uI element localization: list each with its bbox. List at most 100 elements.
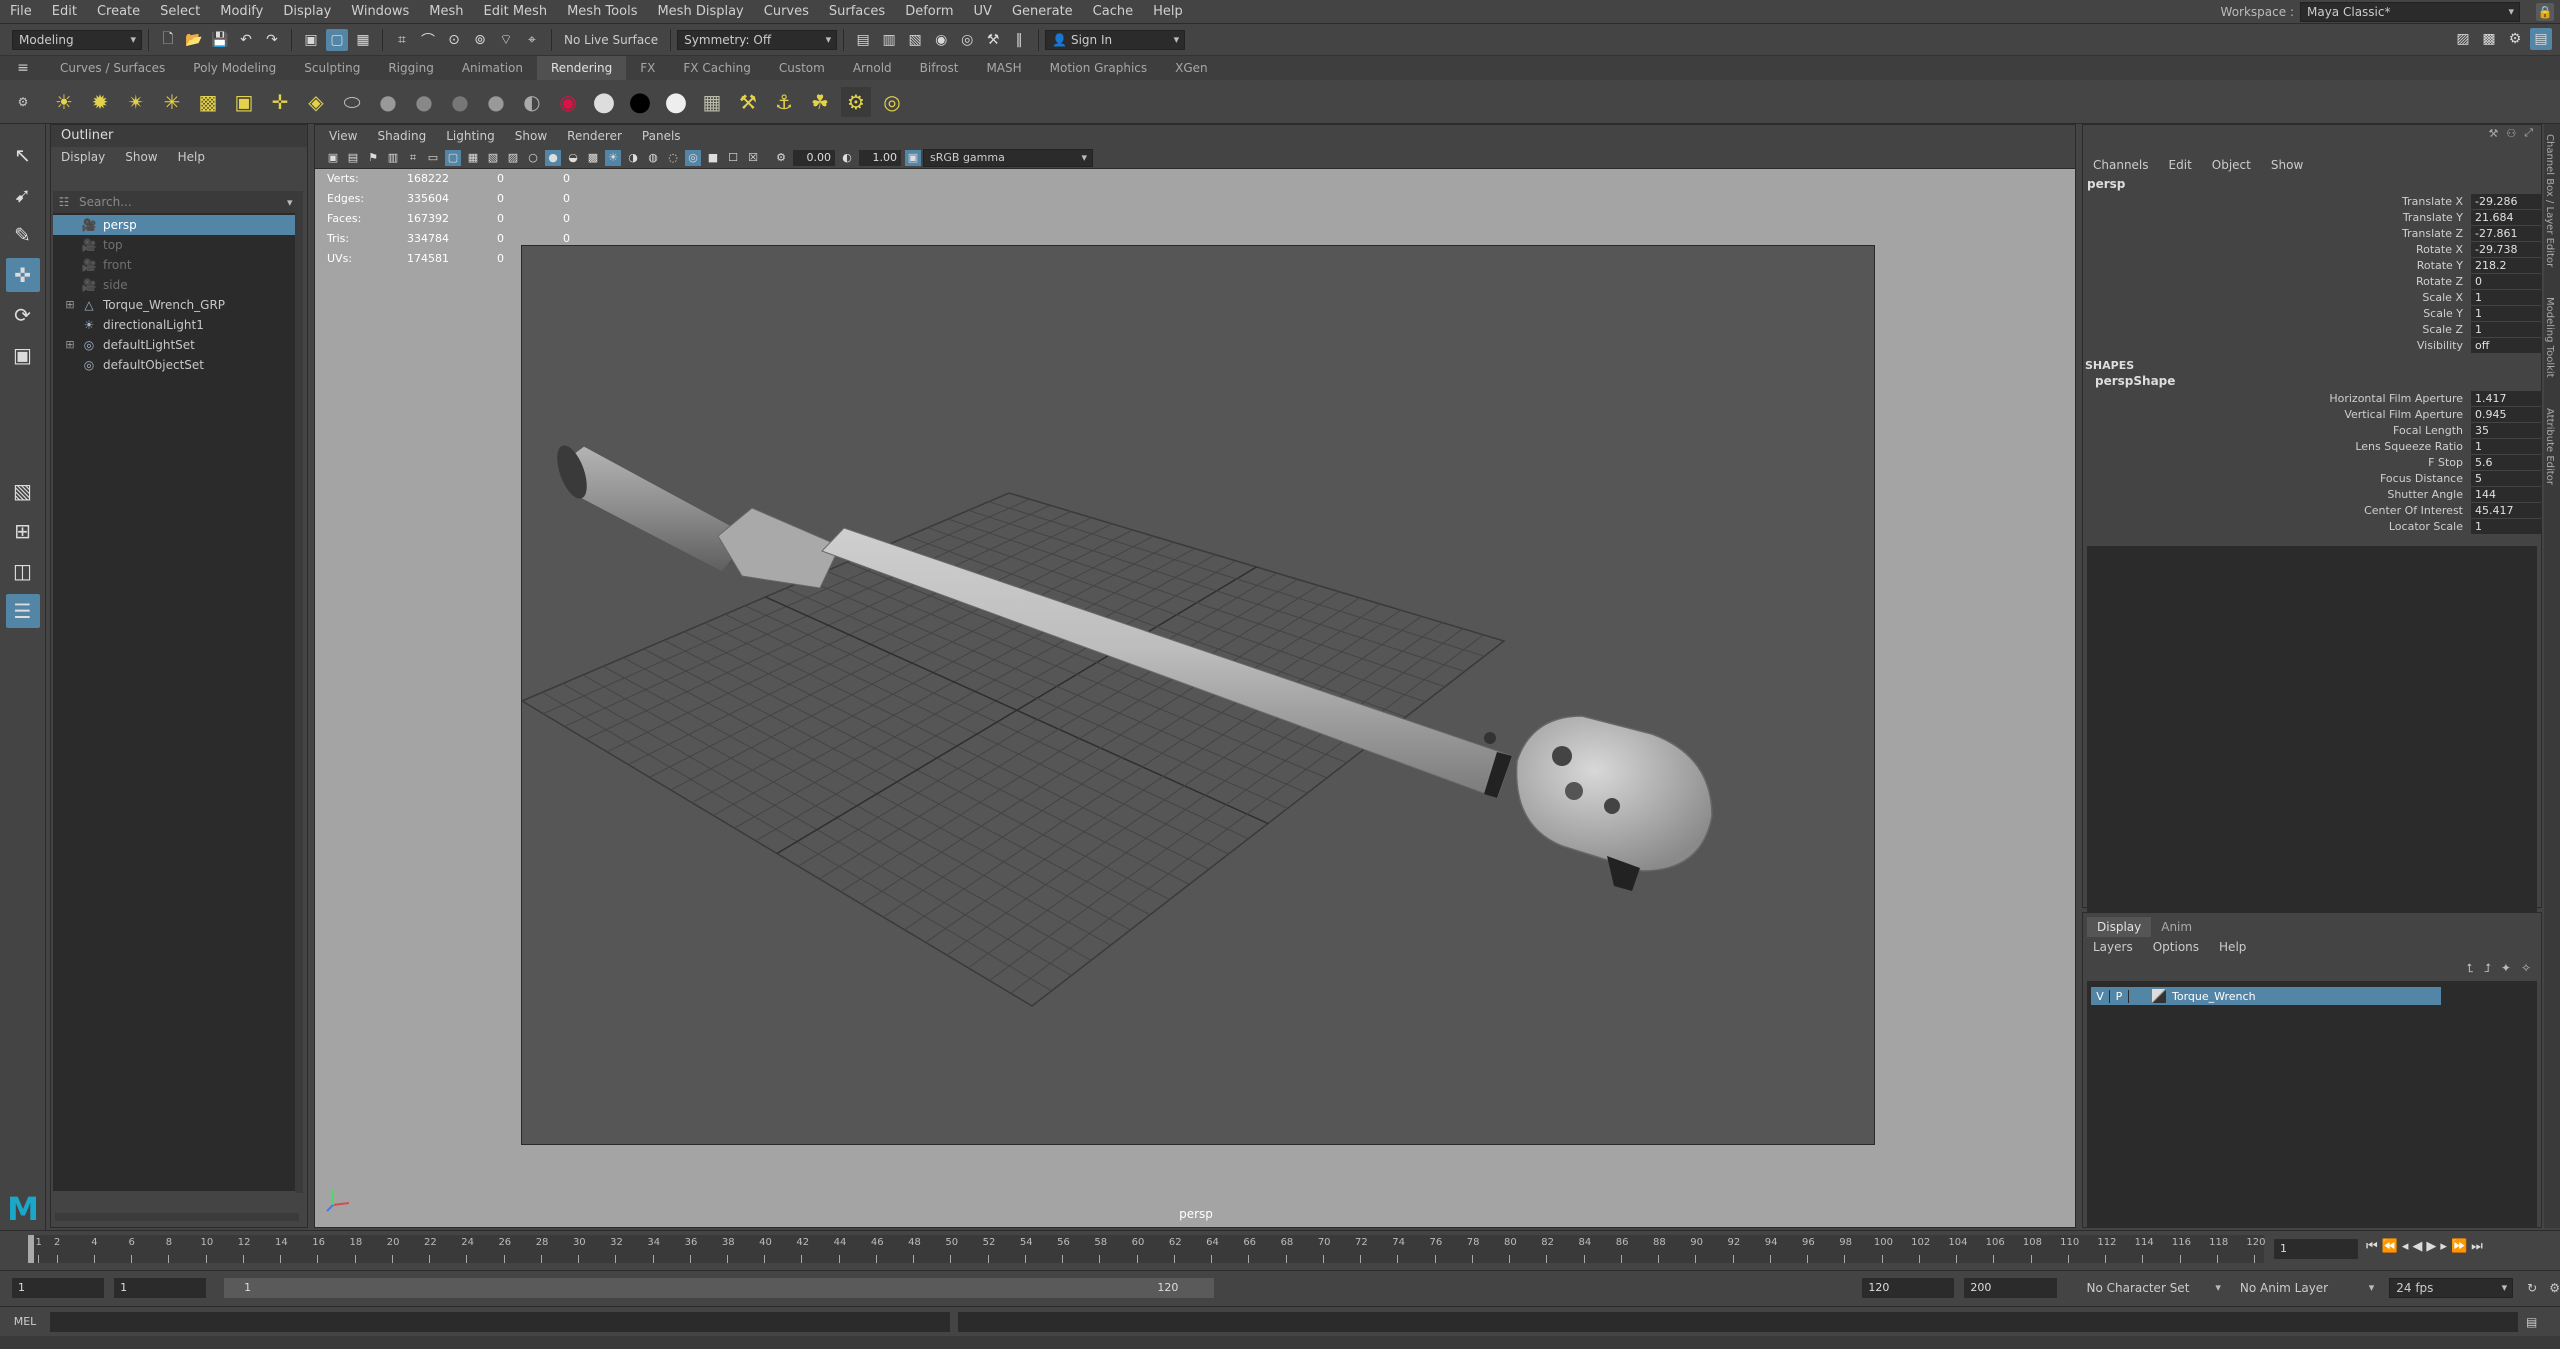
outliner-scrollbar[interactable] bbox=[295, 193, 303, 1193]
channel-name[interactable]: Rotate Y bbox=[2083, 259, 2471, 272]
shelf-tab-rigging[interactable]: Rigging bbox=[374, 56, 447, 80]
channel-value-field[interactable]: 1 bbox=[2471, 518, 2541, 534]
expand-icon[interactable]: ⊞ bbox=[63, 295, 77, 315]
channel-name[interactable]: Translate Z bbox=[2083, 227, 2471, 240]
tool-settings-icon[interactable]: ⚙ bbox=[2504, 28, 2526, 50]
single-perspective-icon[interactable]: ▧ bbox=[6, 474, 40, 508]
channel-name[interactable]: Shutter Angle bbox=[2083, 488, 2471, 501]
open-scene-icon[interactable]: 📂 bbox=[183, 29, 205, 51]
menu-modify[interactable]: Modify bbox=[210, 0, 273, 24]
channel-name[interactable]: Horizontal Film Aperture bbox=[2083, 392, 2471, 405]
modeling-toolkit-tab[interactable]: Modeling Toolkit bbox=[2544, 297, 2555, 378]
paint-select-icon[interactable]: ✎ bbox=[6, 218, 40, 252]
script-editor-icon[interactable]: ▤ bbox=[2526, 1315, 2537, 1329]
channel-name[interactable]: Rotate Z bbox=[2083, 275, 2471, 288]
channel-row[interactable]: Translate Y 21.684 bbox=[2083, 209, 2541, 225]
field-chart-icon[interactable]: ▧ bbox=[485, 150, 501, 166]
phong-material-icon[interactable]: ● bbox=[409, 87, 439, 117]
use-lights-icon[interactable]: ☀ bbox=[605, 149, 621, 166]
exposure-icon[interactable]: ⚙ bbox=[773, 150, 789, 166]
channel-name[interactable]: Visibility bbox=[2083, 339, 2471, 352]
layer-row[interactable]: V P Torque_Wrench bbox=[2091, 987, 2441, 1005]
snap-grid-icon[interactable]: ⌗ bbox=[391, 29, 413, 51]
channel-value-field[interactable]: 1 bbox=[2471, 438, 2541, 454]
render-frame-icon[interactable]: ▥ bbox=[878, 29, 900, 51]
outliner-item[interactable]: ☀ directionalLight1 bbox=[53, 315, 303, 335]
viewport-menu-panels[interactable]: Panels bbox=[632, 126, 691, 146]
step-back-frame-icon[interactable]: ◂ bbox=[2402, 1239, 2409, 1254]
channel-name[interactable]: Vertical Film Aperture bbox=[2083, 408, 2471, 421]
menu-create[interactable]: Create bbox=[87, 0, 150, 24]
playback-end-field[interactable]: 120 bbox=[1862, 1277, 1955, 1298]
camera-aim-icon[interactable]: ✛ bbox=[265, 87, 295, 117]
channel-box-icon[interactable]: ▤ bbox=[2530, 28, 2552, 50]
shelf-tab-animation[interactable]: Animation bbox=[448, 56, 537, 80]
channelbox-menu-show[interactable]: Show bbox=[2261, 155, 2313, 175]
step-back-key-icon[interactable]: ⏪ bbox=[2382, 1239, 2398, 1254]
channel-name[interactable]: Translate X bbox=[2083, 195, 2471, 208]
fps-dropdown[interactable]: 24 fps bbox=[2389, 1277, 2514, 1298]
channel-value-field[interactable]: 1 bbox=[2471, 289, 2541, 305]
shelf-settings-icon[interactable]: ⚙ bbox=[0, 95, 46, 109]
channel-value-field[interactable]: -29.738 bbox=[2471, 241, 2541, 257]
channel-value-field[interactable]: 1.417 bbox=[2471, 390, 2541, 406]
channel-value-field[interactable]: -29.286 bbox=[2471, 193, 2541, 209]
ambient-light-icon[interactable]: ▣ bbox=[229, 87, 259, 117]
new-layer-icon[interactable]: ✧ bbox=[2521, 961, 2531, 975]
gamma-icon[interactable]: ◐ bbox=[839, 150, 855, 166]
outliner-item[interactable]: 🎥 side bbox=[53, 275, 303, 295]
viewport-menu-shading[interactable]: Shading bbox=[367, 126, 436, 146]
color-management-icon[interactable]: ▣ bbox=[905, 149, 921, 166]
channel-value-field[interactable]: 1 bbox=[2471, 321, 2541, 337]
volume-light-icon[interactable]: ▩ bbox=[193, 87, 223, 117]
render-settings-shelf-icon[interactable]: ⚒ bbox=[733, 87, 763, 117]
layer-playback-toggle[interactable]: P bbox=[2110, 989, 2129, 1003]
gamma-field[interactable]: 1.00 bbox=[859, 149, 901, 166]
layer-tab-display[interactable]: Display bbox=[2087, 917, 2152, 937]
viewport-menu-show[interactable]: Show bbox=[505, 126, 557, 146]
ambient-occlusion-icon[interactable]: ◍ bbox=[645, 150, 661, 166]
surface-shader-icon[interactable]: ● bbox=[589, 87, 619, 117]
snap-edge-icon[interactable]: ⌖ bbox=[521, 29, 543, 51]
move-layer-down-icon[interactable]: ⮥ bbox=[2484, 961, 2491, 976]
channel-row[interactable]: Rotate Y 218.2 bbox=[2083, 257, 2541, 273]
channel-name[interactable]: Scale Z bbox=[2083, 323, 2471, 336]
pause-render-icon[interactable]: ‖ bbox=[1008, 29, 1030, 51]
menu-curves[interactable]: Curves bbox=[754, 0, 819, 24]
channel-name[interactable]: F Stop bbox=[2083, 456, 2471, 469]
hypershade-icon[interactable]: ◎ bbox=[956, 29, 978, 51]
menu-generate[interactable]: Generate bbox=[1002, 0, 1083, 24]
shelf-tab-fx[interactable]: FX bbox=[626, 56, 669, 80]
menu-display[interactable]: Display bbox=[273, 0, 341, 24]
current-frame-field[interactable]: 1 bbox=[2274, 1239, 2358, 1259]
move-layer-up-icon[interactable]: ⮤ bbox=[2467, 961, 2474, 976]
outliner-menu-help[interactable]: Help bbox=[168, 147, 215, 167]
range-bar[interactable]: 1 120 bbox=[224, 1277, 1215, 1298]
render-view-shelf-icon[interactable]: ▦ bbox=[697, 87, 727, 117]
menu-select[interactable]: Select bbox=[150, 0, 210, 24]
channel-row[interactable]: Center Of Interest 45.417 bbox=[2083, 502, 2541, 518]
shelf-tab-curves-surfaces[interactable]: Curves / Surfaces bbox=[46, 56, 179, 80]
menu-mesh-display[interactable]: Mesh Display bbox=[647, 0, 753, 24]
channel-row[interactable]: Vertical Film Aperture 0.945 bbox=[2083, 406, 2541, 422]
image-plane-icon[interactable]: ▥ bbox=[385, 150, 401, 166]
viewport-menu-view[interactable]: View bbox=[319, 126, 367, 146]
outliner-item[interactable]: ⊞ △ Torque_Wrench_GRP bbox=[53, 295, 303, 315]
shadows-icon[interactable]: ◑ bbox=[625, 150, 641, 166]
outliner-item[interactable]: 🎥 persp bbox=[53, 215, 303, 235]
expand-icon[interactable]: ⤢ bbox=[2524, 126, 2533, 140]
layered-shader-icon[interactable]: ◐ bbox=[517, 87, 547, 117]
shelf-menu-icon[interactable]: ≡ bbox=[0, 60, 46, 76]
shelf-tab-bifrost[interactable]: Bifrost bbox=[906, 56, 973, 80]
film-gate-icon[interactable]: ▭ bbox=[425, 150, 441, 166]
rotate-tool-icon[interactable]: ⟳ bbox=[6, 298, 40, 332]
xray-joints-icon[interactable]: ☒ bbox=[745, 150, 761, 166]
xray-icon[interactable]: ☐ bbox=[725, 150, 741, 166]
channel-value-field[interactable]: 5.6 bbox=[2471, 454, 2541, 470]
step-forward-frame-icon[interactable]: ▸ bbox=[2440, 1239, 2447, 1254]
resolution-gate-icon[interactable]: ▢ bbox=[445, 149, 461, 166]
channel-row[interactable]: Scale X1 bbox=[2083, 289, 2541, 305]
menu-windows[interactable]: Windows bbox=[341, 0, 419, 24]
time-slider-track[interactable]: 1 2 4 6 8 10 12 14 16 18 20 22 24 26 28 30 32 34 36 38 40 42 4… bbox=[28, 1235, 2265, 1263]
lasso-tool-icon[interactable]: ➹ bbox=[6, 178, 40, 212]
